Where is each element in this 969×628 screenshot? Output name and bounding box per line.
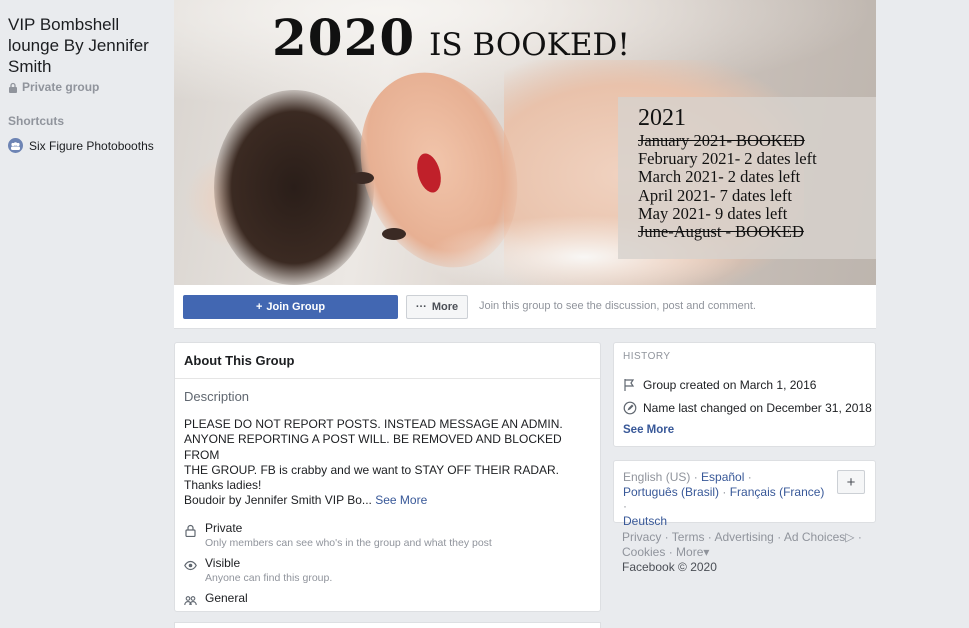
description-line: Thanks ladies! (184, 478, 262, 493)
plus-icon: + (255, 301, 263, 313)
join-hint-text: Join this group to see the discussion, p… (479, 300, 756, 312)
description-see-more-link[interactable]: See More (375, 493, 427, 507)
privacy-info: Private Only members can see who's in th… (184, 521, 492, 549)
next-card-edge (174, 622, 601, 628)
visible-title: Visible (205, 556, 241, 570)
language-list: English (US) · Español · Português (Bras… (623, 470, 825, 528)
eye-icon (184, 560, 197, 571)
join-group-button[interactable]: + Join Group (183, 295, 398, 319)
schedule-line: March 2021- 2 dates left (638, 167, 801, 187)
footer: Privacy · Terms · Advertising · Ad Choic… (622, 530, 862, 574)
lock-icon (9, 82, 17, 93)
history-renamed: Name last changed on December 31, 2018 (643, 401, 872, 415)
schedule-line: June-August - BOOKED (638, 222, 804, 242)
flag-icon (624, 379, 635, 391)
schedule-line: February 2021- 2 dates left (638, 149, 817, 169)
schedule-line: May 2021- 9 dates left (638, 203, 788, 223)
current-language: English (US) (623, 470, 691, 484)
group-action-bar: + Join Group ··· More Join this group to… (174, 285, 876, 329)
group-type-info: General (184, 591, 248, 607)
ellipsis-icon: ··· (415, 301, 427, 313)
cover-hair-decoration (214, 90, 374, 285)
language-card: English (US) · Español · Português (Bras… (613, 460, 876, 528)
description-preview: Boudoir by Jennifer Smith VIP Bo... See … (184, 493, 427, 507)
description-line: THE GROUP. FB is crabby and we want to S… (184, 462, 559, 477)
schedule-line: January 2021- BOOKED (638, 131, 805, 150)
cover-eye-decoration (350, 172, 374, 184)
footer-link-ad-choices[interactable]: Ad Choices (784, 530, 845, 544)
schedule-year: 2021 (638, 105, 686, 131)
language-option-portuguese[interactable]: Português (Brasil) (623, 485, 719, 499)
about-heading: About This Group (175, 343, 600, 379)
footer-link-privacy[interactable]: Privacy (622, 530, 661, 544)
shortcut-label: Six Figure Photobooths (29, 138, 154, 153)
cover-booked-text: IS BOOKED! (429, 27, 630, 63)
caret-down-icon: ▾ (703, 545, 710, 559)
more-button[interactable]: ··· More (406, 295, 468, 319)
private-title: Private (205, 521, 243, 535)
footer-link-terms[interactable]: Terms (672, 530, 705, 544)
shortcuts-heading: Shortcuts (8, 114, 65, 128)
privacy-label: Private group (8, 80, 99, 94)
history-see-more-link[interactable]: See More (623, 424, 674, 436)
history-created: Group created on March 1, 2016 (643, 378, 817, 392)
description-line: PLEASE DO NOT REPORT POSTS. INSTEAD MESS… (184, 417, 563, 431)
description-heading: Description (184, 389, 250, 404)
shortcut-six-figure-photobooths[interactable]: Six Figure Photobooths (8, 138, 154, 153)
footer-link-more[interactable]: More (676, 545, 703, 559)
about-group-card: About This Group Description PLEASE DO N… (174, 342, 601, 612)
add-language-button[interactable]: + (837, 470, 865, 494)
edit-icon (623, 401, 637, 415)
people-icon (184, 596, 197, 606)
cover-photo[interactable]: 2020 IS BOOKED! 2021 January 2021- BOOKED… (174, 0, 876, 285)
description-preview-text: Boudoir by Jennifer Smith VIP Bo... (184, 493, 372, 507)
join-group-label: Join Group (266, 301, 326, 313)
visible-subtitle: Anyone can find this group. (205, 572, 333, 584)
ad-choices-icon: ▷ (845, 530, 855, 544)
language-option-spanish[interactable]: Español (701, 470, 744, 484)
history-created-row: Group created on March 1, 2016 (623, 378, 816, 392)
cover-year: 2020 (272, 8, 416, 67)
visibility-info: Visible Anyone can find this group. (184, 556, 332, 584)
booking-schedule: 2021 January 2021- BOOKED February 2021-… (618, 97, 876, 259)
language-option-german[interactable]: Deutsch (623, 514, 667, 528)
private-subtitle: Only members can see who's in the group … (205, 537, 492, 549)
schedule-line: April 2021- 7 dates left (638, 185, 792, 205)
footer-link-advertising[interactable]: Advertising (714, 530, 773, 544)
group-name[interactable]: VIP Bombshell lounge By Jennifer Smith (8, 14, 168, 77)
left-sidebar: VIP Bombshell lounge By Jennifer Smith P… (0, 0, 170, 628)
description-line: ANYONE REPORTING A POST WILL. BE REMOVED… (184, 432, 562, 462)
privacy-text: Private group (22, 80, 100, 94)
history-renamed-row: Name last changed on December 31, 2018 (623, 401, 872, 415)
cover-eye-decoration (382, 228, 406, 240)
footer-link-cookies[interactable]: Cookies (622, 545, 665, 559)
lock-icon (185, 524, 196, 537)
group-icon (8, 138, 23, 153)
general-title: General (205, 591, 248, 605)
cover-headline: 2020 IS BOOKED! (272, 8, 630, 67)
history-heading: HISTORY (623, 351, 671, 362)
more-label: More (431, 301, 459, 313)
language-option-french[interactable]: Français (France) (730, 485, 825, 499)
description-text: PLEASE DO NOT REPORT POSTS. INSTEAD MESS… (184, 417, 594, 493)
history-card: HISTORY Group created on March 1, 2016 N… (613, 342, 876, 447)
copyright: Facebook © 2020 (622, 560, 717, 574)
